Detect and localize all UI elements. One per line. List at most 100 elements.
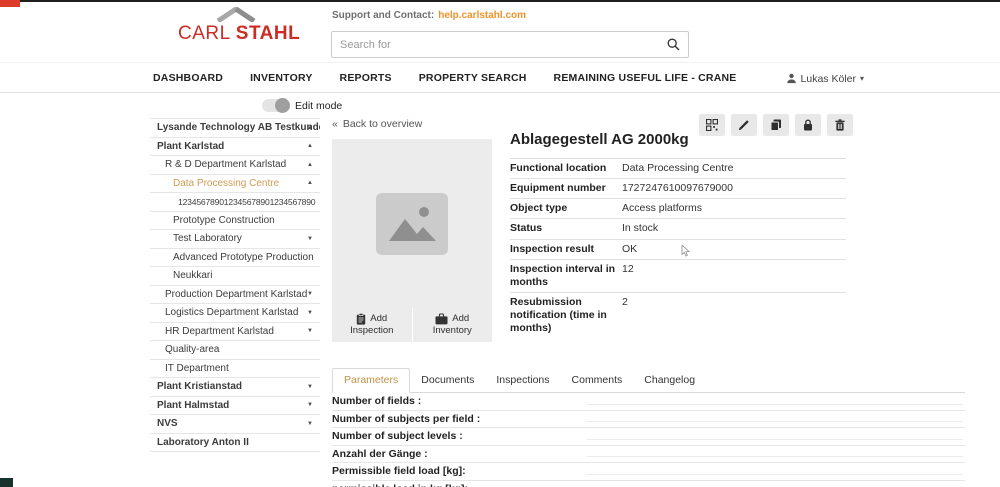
sidebar-item-production-department-karlstad[interactable]: Production Department Karlstad (150, 286, 320, 305)
parameter-row: permissible load in kg [kg]: (332, 481, 965, 487)
sidebar-item-lysande-technology[interactable]: Lysande Technology AB Testkunde (150, 119, 320, 138)
chevron-down-icon[interactable] (307, 310, 313, 316)
nav-item-inventory[interactable]: INVENTORY (250, 72, 312, 84)
detail-value: Data Processing Centre (620, 162, 846, 175)
mouse-cursor-icon (681, 244, 690, 262)
detail-label: Inspection interval in months (510, 263, 620, 289)
sidebar-item-it-department[interactable]: IT Department (150, 360, 320, 379)
detail-value: 1727247610097679000 (620, 182, 846, 195)
sidebar-item-rd-department-karlstad[interactable]: R & D Department Karlstad (150, 156, 320, 175)
parameter-label: permissible load in kg [kg]: (332, 483, 468, 487)
nav-item-dashboard[interactable]: DASHBOARD (153, 72, 223, 84)
parameter-value-field[interactable] (587, 456, 963, 457)
person-icon (786, 73, 797, 84)
parameter-row: Number of subject levels : (332, 428, 965, 446)
chevron-down-icon[interactable] (307, 402, 313, 408)
sidebar-item-neukkari[interactable]: Neukkari (150, 267, 320, 286)
user-name: Lukas Köler (801, 73, 856, 85)
search-input[interactable] (332, 32, 658, 57)
sidebar-item-plant-halmstad[interactable]: Plant Halmstad (150, 397, 320, 416)
sidebar-item-nvs[interactable]: NVS (150, 415, 320, 434)
detail-label: Object type (510, 202, 620, 215)
tree-item-label: Plant Kristianstad (157, 381, 242, 392)
sidebar-item-logistics-department-karlstad[interactable]: Logistics Department Karlstad (150, 304, 320, 323)
back-to-overview-link[interactable]: «Back to overview (332, 118, 422, 130)
chevron-down-icon[interactable] (307, 236, 313, 242)
support-link[interactable]: help.carlstahl.com (438, 10, 526, 21)
sidebar-item-numeric-test-location[interactable]: 123456789012345678901234567890 (150, 193, 320, 212)
roof-chevron-icon (216, 7, 256, 22)
parameter-label: Number of subjects per field : (332, 413, 480, 425)
search-button[interactable] (658, 32, 688, 57)
parameter-value-field[interactable] (587, 421, 963, 422)
chevron-down-icon[interactable] (307, 328, 313, 334)
detail-value: In stock (620, 222, 846, 235)
sidebar-item-data-processing-centre[interactable]: Data Processing Centre (150, 175, 320, 194)
screenshot-corner-artifact (0, 478, 13, 487)
sidebar-item-plant-kristianstad[interactable]: Plant Kristianstad (150, 378, 320, 397)
recording-indicator (0, 0, 20, 7)
user-menu[interactable]: Lukas Köler ▾ (786, 63, 864, 94)
sidebar-item-advanced-prototype-production[interactable]: Advanced Prototype Production (150, 249, 320, 268)
parameters-list: Number of fields : Number of subjects pe… (332, 393, 965, 487)
nav-item-property-search[interactable]: PROPERTY SEARCH (419, 72, 527, 84)
tree-item-label: NVS (157, 418, 178, 429)
edit-mode-control: Edit mode (262, 99, 342, 112)
edit-mode-toggle[interactable] (262, 99, 289, 112)
detail-label: Equipment number (510, 182, 620, 195)
add-inventory-label-line2: Inventory (433, 325, 472, 337)
detail-tabs: Parameters Documents Inspections Comment… (332, 369, 965, 393)
chevron-up-icon[interactable] (307, 180, 313, 186)
equipment-image-placeholder (332, 139, 492, 308)
add-inventory-button[interactable]: Add Inventory (412, 308, 493, 342)
sidebar-item-laboratory-anton-ii[interactable]: Laboratory Anton II (150, 434, 320, 453)
sidebar-item-prototype-construction[interactable]: Prototype Construction (150, 212, 320, 231)
global-search (331, 31, 689, 58)
tree-item-label: Laboratory Anton II (157, 437, 249, 448)
chevron-up-icon[interactable] (307, 143, 313, 149)
tab-parameters[interactable]: Parameters (332, 368, 410, 393)
location-tree: Lysande Technology AB Testkunde Plant Ka… (150, 118, 320, 452)
nav-item-reports[interactable]: REPORTS (340, 72, 392, 84)
parameter-value-field[interactable] (587, 404, 963, 405)
parameter-row: Number of fields : (332, 393, 965, 411)
chevron-down-icon[interactable] (307, 291, 313, 297)
equipment-detail-panel: Ablagegestell AG 2000kg Functional locat… (510, 125, 846, 338)
carl-stahl-logo[interactable]: CARL STAHL (178, 7, 290, 45)
tree-item-label: Lysande Technology AB Testkunde (157, 122, 320, 133)
tree-item-label: Plant Karlstad (157, 141, 224, 152)
parameter-row: Permissible field load [kg]: (332, 463, 965, 481)
tree-item-label: Plant Halmstad (157, 400, 229, 411)
sidebar-item-plant-karlstad[interactable]: Plant Karlstad (150, 138, 320, 157)
chevron-up-icon[interactable] (307, 125, 313, 131)
tree-item-label: Prototype Construction (173, 215, 275, 226)
main-nav: DASHBOARD INVENTORY REPORTS PROPERTY SEA… (0, 62, 1000, 93)
add-inspection-button[interactable]: Add Inspection (332, 308, 412, 342)
page-title: Ablagegestell AG 2000kg (510, 125, 846, 159)
detail-row: Functional locationData Processing Centr… (510, 159, 846, 179)
detail-value: OK (620, 243, 846, 256)
detail-row: Equipment number1727247610097679000 (510, 179, 846, 199)
tab-comments[interactable]: Comments (561, 369, 634, 392)
double-chevron-left-icon: « (332, 118, 338, 130)
header: CARL STAHL Support and Contact:help.carl… (0, 2, 1000, 60)
chevron-down-icon: ▾ (860, 74, 864, 83)
magnifier-icon (667, 38, 680, 51)
logo-text: CARL STAHL (178, 23, 290, 45)
tab-changelog[interactable]: Changelog (633, 369, 706, 392)
tab-documents[interactable]: Documents (410, 369, 485, 392)
add-inspection-label-line2: Inspection (350, 325, 393, 337)
chevron-down-icon[interactable] (307, 384, 313, 390)
tab-inspections[interactable]: Inspections (485, 369, 560, 392)
nav-item-remaining-useful-life[interactable]: REMAINING USEFUL LIFE - CRANE (554, 72, 737, 84)
tree-item-label: IT Department (165, 363, 229, 374)
chevron-down-icon[interactable] (307, 421, 313, 427)
sidebar-item-test-laboratory[interactable]: Test Laboratory (150, 230, 320, 249)
sidebar-item-quality-area[interactable]: Quality-area (150, 341, 320, 360)
parameter-label: Number of fields : (332, 395, 421, 407)
parameter-value-field[interactable] (587, 439, 963, 440)
sidebar-item-hr-department-karlstad[interactable]: HR Department Karlstad (150, 323, 320, 342)
detail-value: 2 (620, 296, 846, 335)
chevron-up-icon[interactable] (307, 162, 313, 168)
parameter-value-field[interactable] (587, 474, 963, 475)
